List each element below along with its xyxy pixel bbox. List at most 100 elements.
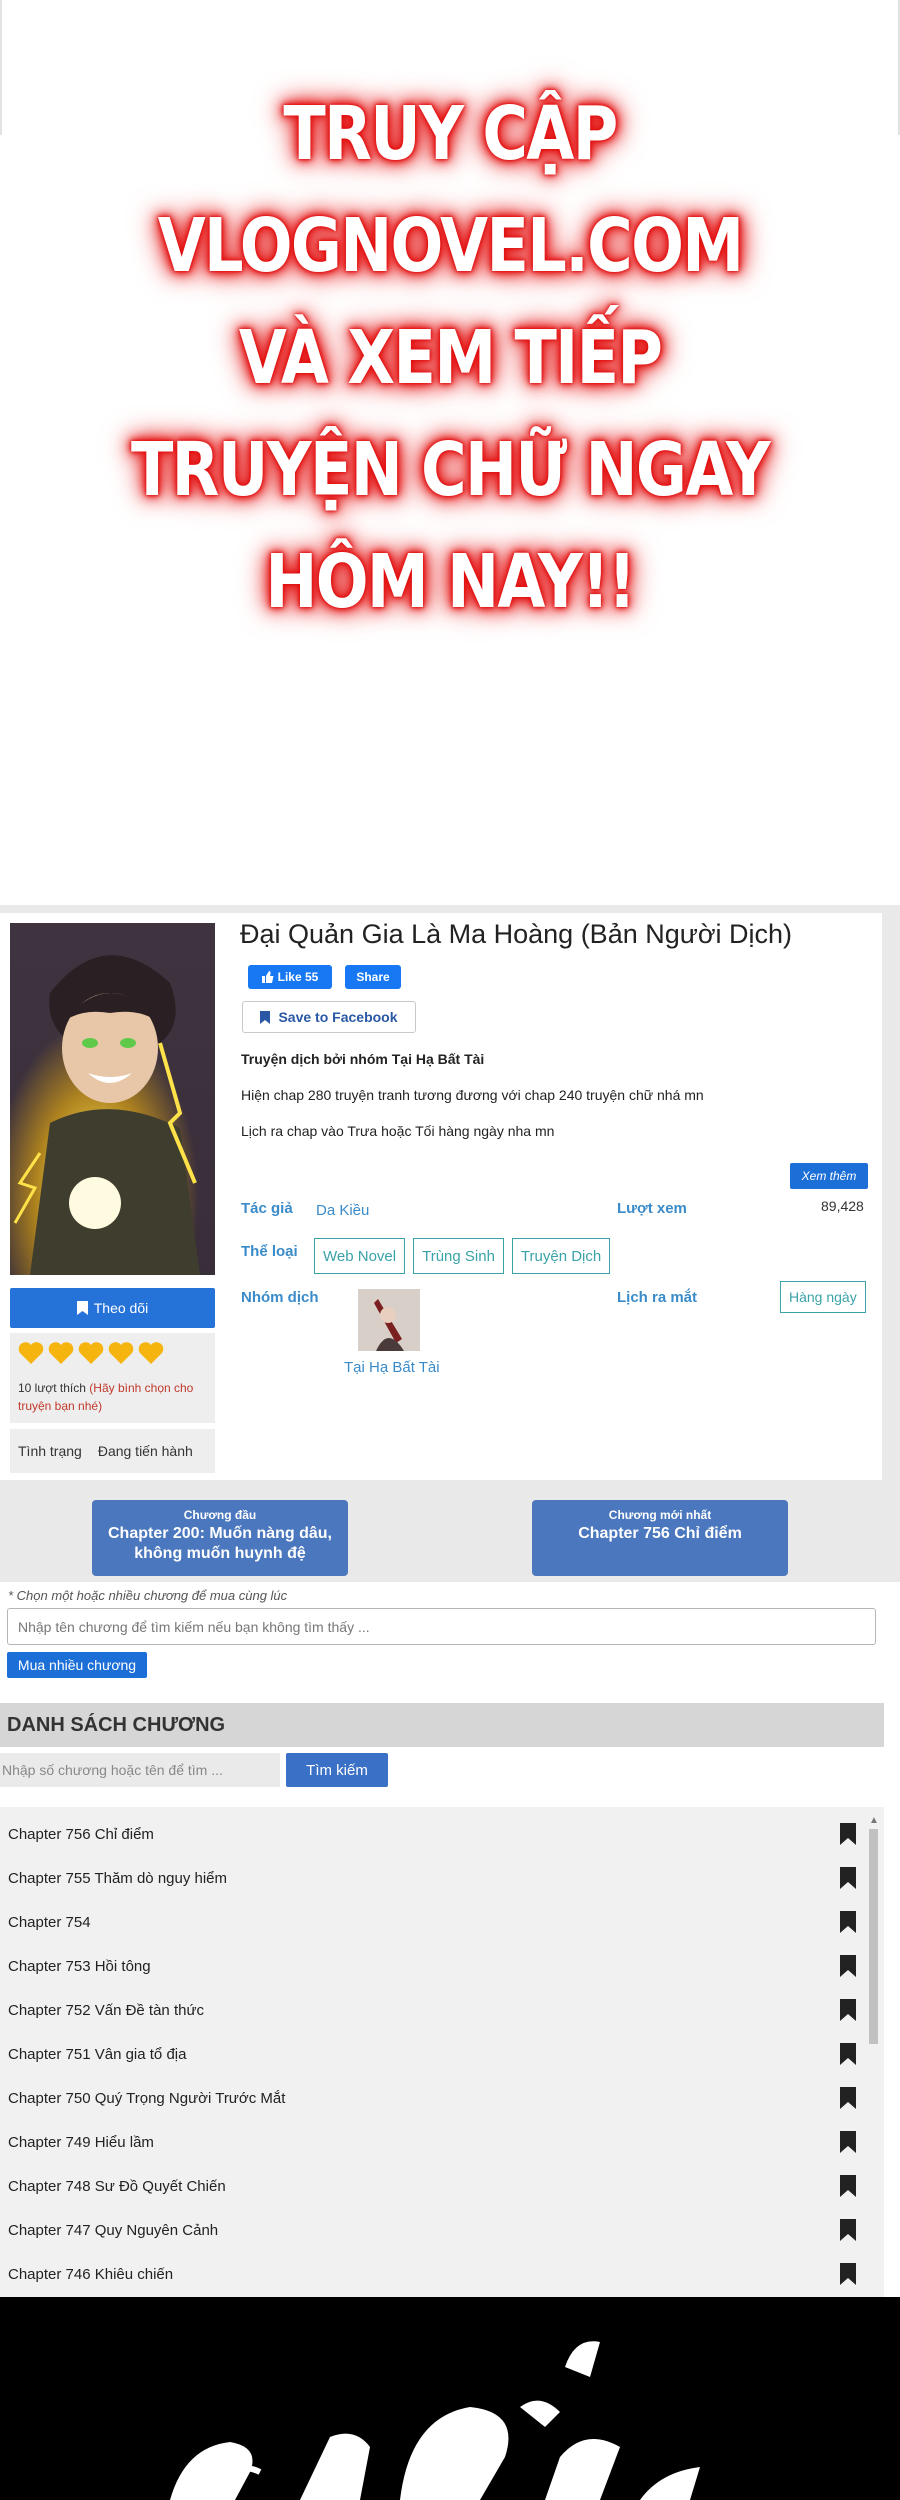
thumbs-up-icon <box>261 971 274 983</box>
author-label: Tác giả <box>241 1200 293 1217</box>
status-label: Tình trạng <box>18 1443 82 1459</box>
bookmark-icon[interactable] <box>840 1955 856 1977</box>
buy-note: * Chọn một hoặc nhiều chương để mua cùng… <box>8 1588 288 1603</box>
bookmark-icon <box>76 1301 88 1315</box>
chapter-row[interactable]: Chapter 755 Thăm dò nguy hiểm <box>0 1856 868 1900</box>
heart-icon[interactable] <box>18 1341 44 1365</box>
cover-image[interactable] <box>10 923 215 1275</box>
bookmark-icon[interactable] <box>840 1867 856 1889</box>
chapter-row[interactable]: Chapter 754 <box>0 1900 868 1944</box>
save-to-facebook-button[interactable]: Save to Facebook <box>242 1001 416 1033</box>
facebook-share-button[interactable]: Share <box>345 965 401 989</box>
banner-text: TRUY CẬP VLOGNOVEL.COM VÀ XEM TIẾP TRUYỆ… <box>0 78 900 638</box>
scroll-up-arrow-icon[interactable]: ▲ <box>869 1815 879 1826</box>
bookmark-icon <box>260 1010 271 1024</box>
chapter-row[interactable]: Chapter 747 Quy Nguyên Cảnh <box>0 2208 868 2252</box>
description-line: Truyện dịch bởi nhóm Tại Hạ Bất Tài <box>241 1051 485 1067</box>
search-button[interactable]: Tìm kiếm <box>286 1753 388 1787</box>
latest-chapter-button[interactable]: Chương mới nhất Chapter 756 Chỉ điểm <box>532 1500 788 1576</box>
group-name-link[interactable]: Tại Hạ Bất Tài <box>344 1359 440 1376</box>
latest-chapter-title: Chapter 756 Chỉ điểm <box>578 1525 742 1542</box>
bookmark-icon[interactable] <box>840 2087 856 2109</box>
chapter-row[interactable]: Chapter 756 Chỉ điểm <box>0 1812 868 1856</box>
chapter-title[interactable]: Chapter 756 Chỉ điểm <box>8 1826 154 1843</box>
group-avatar-image <box>358 1289 420 1351</box>
bookmark-icon[interactable] <box>840 2219 856 2241</box>
manga-title: Đại Quản Gia Là Ma Hoàng (Bản Người Dịch… <box>240 919 793 949</box>
heart-icon[interactable] <box>138 1341 164 1365</box>
bookmark-icon[interactable] <box>840 2131 856 2153</box>
first-chapter-title: Chapter 200: Muốn nàng dâu, không muốn h… <box>107 1525 332 1562</box>
bottom-comic-panel <box>0 2297 900 2500</box>
cover-illustration <box>10 923 215 1275</box>
chapter-row[interactable]: Chapter 751 Vân gia tổ địa <box>0 2032 868 2076</box>
see-more-button[interactable]: Xem thêm <box>790 1163 868 1189</box>
heart-icon[interactable] <box>108 1341 134 1365</box>
chapter-title[interactable]: Chapter 747 Quy Nguyên Cảnh <box>8 2222 218 2239</box>
heart-icon[interactable] <box>48 1341 74 1365</box>
likes-count: 10 lượt thích <box>18 1381 86 1395</box>
bookmark-icon[interactable] <box>840 1999 856 2021</box>
chapter-title[interactable]: Chapter 755 Thăm dò nguy hiểm <box>8 1870 227 1887</box>
page: TRUY CẬP VLOGNOVEL.COM VÀ XEM TIẾP TRUYỆ… <box>0 0 900 2500</box>
chapter-row[interactable]: Chapter 750 Quý Trọng Người Trước Mắt <box>0 2076 868 2120</box>
group-avatar[interactable] <box>358 1289 420 1351</box>
genre-label: Thể loại <box>241 1243 298 1260</box>
promo-banner: TRUY CẬP VLOGNOVEL.COM VÀ XEM TIẾP TRUYỆ… <box>0 0 900 905</box>
schedule-badge: Hàng ngày <box>780 1281 866 1313</box>
chapter-row[interactable]: Chapter 752 Vấn Đề tàn thức <box>0 1988 868 2032</box>
latest-chapter-caption: Chương mới nhất <box>608 1508 712 1522</box>
follow-label: Theo dõi <box>93 1300 149 1316</box>
rating-box: 10 lượt thích (Hãy bình chọn cho truyện … <box>10 1333 215 1423</box>
first-chapter-button[interactable]: Chương đầu Chapter 200: Muốn nàng dâu, k… <box>92 1500 348 1576</box>
genre-tag[interactable]: Trùng Sinh <box>413 1238 504 1274</box>
chapter-title[interactable]: Chapter 753 Hồi tông <box>8 1958 151 1975</box>
chapter-title[interactable]: Chapter 751 Vân gia tổ địa <box>8 2046 186 2063</box>
chapter-title[interactable]: Chapter 749 Hiểu lầm <box>8 2134 154 2151</box>
description-line: Lịch ra chap vào Trưa hoặc Tối hàng ngày… <box>241 1123 555 1139</box>
bookmark-icon[interactable] <box>840 1911 856 1933</box>
chapter-title[interactable]: Chapter 752 Vấn Đề tàn thức <box>8 2002 204 2019</box>
likes-text: 10 lượt thích (Hãy bình chọn cho truyện … <box>18 1379 213 1415</box>
chapter-row[interactable]: Chapter 748 Sư Đồ Quyết Chiến <box>0 2164 868 2208</box>
chapter-row[interactable]: Chapter 753 Hồi tông <box>0 1944 868 1988</box>
manga-info-section: Theo dõi 10 lượt thích (Hãy bình chọn ch… <box>0 905 900 1480</box>
chapter-title[interactable]: Chapter 746 Khiêu chiến <box>8 2266 173 2283</box>
first-chapter-caption: Chương đầu <box>183 1508 257 1522</box>
views-label: Lượt xem <box>617 1200 687 1217</box>
bookmark-icon[interactable] <box>840 2043 856 2065</box>
save-label: Save to Facebook <box>278 1009 398 1025</box>
banner-line: VÀ XEM TIẾP <box>238 315 663 401</box>
buy-multiple-button[interactable]: Mua nhiều chương <box>7 1652 147 1678</box>
manga-info-card: Theo dõi 10 lượt thích (Hãy bình chọn ch… <box>0 913 882 1480</box>
banner-line: TRUYỆN CHỮ NGAY <box>130 427 771 513</box>
facebook-like-button[interactable]: Like 55 <box>248 965 332 989</box>
group-label: Nhóm dịch <box>241 1289 319 1306</box>
chapter-list-scrollbar[interactable]: ▲ <box>866 1815 880 2295</box>
heart-icon[interactable] <box>78 1341 104 1365</box>
scrollbar-thumb[interactable] <box>869 1829 878 2044</box>
chapter-row[interactable]: Chapter 749 Hiểu lầm <box>0 2120 868 2164</box>
chapter-list: Chapter 756 Chỉ điểm Chapter 755 Thăm dò… <box>0 1807 884 2297</box>
bookmark-icon[interactable] <box>840 2175 856 2197</box>
status-box: Tình trạng Đang tiến hành <box>10 1429 215 1473</box>
brush-lettering-art <box>170 2341 700 2500</box>
chapter-search-input[interactable]: Nhập số chương hoặc tên để tìm ... <box>0 1753 280 1787</box>
follow-button[interactable]: Theo dõi <box>10 1288 215 1328</box>
chapter-title[interactable]: Chapter 754 <box>8 1914 91 1931</box>
banner-line: HÔM NAY!! <box>265 539 636 625</box>
chapter-row[interactable]: Chapter 746 Khiêu chiến <box>0 2252 868 2296</box>
heart-rating[interactable] <box>18 1341 164 1365</box>
chapter-name-input[interactable]: Nhập tên chương để tìm kiếm nếu bạn khôn… <box>7 1608 876 1645</box>
genre-tags: Web Novel Trùng Sinh Truyện Dịch <box>314 1238 611 1274</box>
schedule-label: Lịch ra mắt <box>617 1289 698 1306</box>
genre-tag[interactable]: Web Novel <box>314 1238 406 1274</box>
buy-chapters-section: * Chọn một hoặc nhiều chương để mua cùng… <box>0 1582 884 1687</box>
chapter-title[interactable]: Chapter 748 Sư Đồ Quyết Chiến <box>8 2178 226 2195</box>
bookmark-icon[interactable] <box>840 2263 856 2285</box>
chapter-title[interactable]: Chapter 750 Quý Trọng Người Trước Mắt <box>8 2090 285 2107</box>
author-link[interactable]: Da Kiều <box>316 1202 369 1219</box>
status-value: Đang tiến hành <box>97 1443 193 1459</box>
genre-tag[interactable]: Truyện Dịch <box>511 1238 611 1274</box>
bookmark-icon[interactable] <box>840 1823 856 1845</box>
